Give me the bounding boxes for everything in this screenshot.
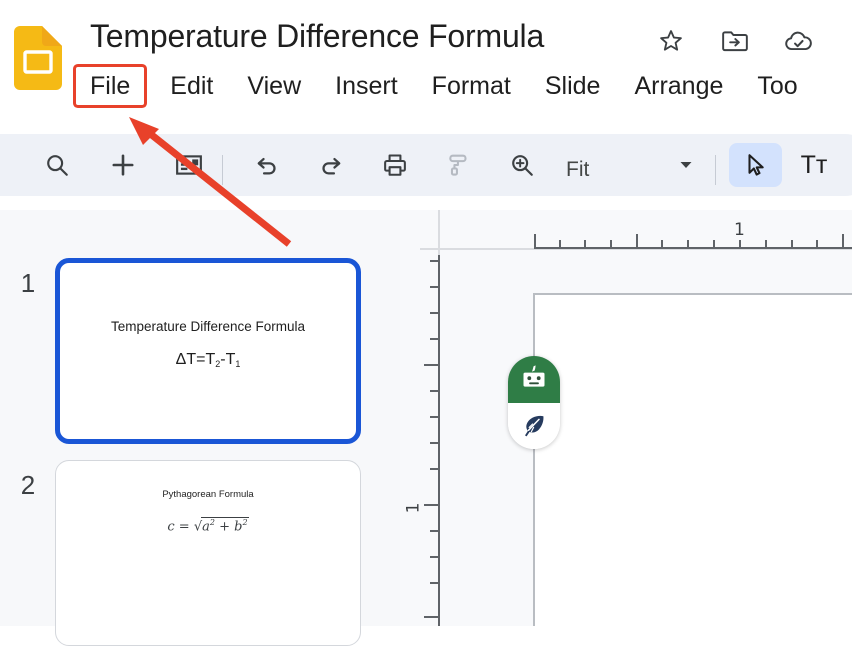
formula-part: b [234, 519, 243, 535]
ruler-tick [687, 240, 689, 249]
formula-part: -T [220, 351, 236, 368]
filmstrip-slide-1[interactable]: 1 Temperature Difference Formula ΔT=T2-T… [0, 258, 400, 448]
menu-item-edit[interactable]: Edit [160, 67, 223, 105]
ruler-tick [636, 234, 638, 249]
slide-thumbnail[interactable]: Pythagorean Formula c = √a2 + b2 [55, 460, 361, 646]
ruler-tick [430, 312, 439, 314]
ruler-tick [430, 390, 439, 392]
ruler-tick [791, 240, 793, 249]
select-cursor-icon[interactable] [729, 143, 782, 187]
ruler-tick [430, 556, 439, 558]
slide-title-text: Temperature Difference Formula [110, 319, 306, 334]
ruler-tick [739, 240, 741, 249]
horizontal-ruler[interactable]: 1 [400, 210, 852, 255]
ruler-tick [430, 442, 439, 444]
robot-head-icon[interactable] [508, 356, 560, 403]
filmstrip-slide-2[interactable]: 2 Pythagorean Formula c = √a2 + b2 [0, 460, 400, 650]
slide-formula-text: ΔT=T2-T1 [60, 351, 356, 369]
ruler-tick [430, 338, 439, 340]
document-title[interactable]: Temperature Difference Formula [90, 18, 544, 55]
star-icon[interactable] [654, 24, 688, 58]
toolbar-divider [222, 155, 223, 185]
main-toolbar: Fit Tт [0, 134, 852, 196]
ruler-tick [842, 234, 844, 249]
slide-formula-text: c = √a2 + b2 [56, 517, 360, 534]
ruler-track [438, 210, 440, 255]
ruler-tick [765, 240, 767, 249]
redo-icon[interactable] [309, 143, 353, 187]
slide-number: 1 [20, 268, 36, 298]
ruler-tick [610, 240, 612, 249]
ruler-tick [430, 582, 439, 584]
menu-item-file[interactable]: File [76, 67, 145, 105]
chevron-down-icon[interactable] [668, 143, 704, 187]
zoom-in-icon[interactable] [500, 143, 544, 187]
toolbar-divider [715, 155, 716, 185]
vertical-ruler[interactable]: 1 [400, 210, 445, 626]
menu-bar: File Edit View Insert Format Slide Arran… [76, 64, 822, 108]
slide-editor-canvas[interactable]: 1 1 [400, 210, 852, 626]
ruler-active-track [438, 255, 440, 626]
ruler-tick [430, 530, 439, 532]
text-box-icon[interactable]: Tт [792, 143, 836, 187]
menu-item-slide[interactable]: Slide [535, 67, 611, 105]
zoom-level-value[interactable]: Fit [566, 158, 589, 182]
current-slide-page[interactable] [533, 293, 852, 626]
slides-logo-icon [14, 26, 62, 90]
ruler-tick [424, 364, 439, 366]
formula-part: ΔT=T [175, 351, 216, 368]
formula-part: a [202, 519, 210, 535]
ruler-tick [584, 240, 586, 249]
menu-item-arrange[interactable]: Arrange [624, 67, 733, 105]
ruler-tick [534, 234, 536, 249]
slide-title-text: Pythagorean Formula [162, 489, 254, 500]
ruler-tick [713, 240, 715, 249]
ruler-tick [430, 286, 439, 288]
ruler-tick [559, 240, 561, 249]
slide-filmstrip[interactable]: 1 Temperature Difference Formula ΔT=T2-T… [0, 210, 400, 646]
new-slide-icon[interactable] [167, 143, 211, 187]
formula-part: + [215, 519, 235, 535]
formula-superscript: 2 [242, 518, 248, 527]
assistant-floating-widget[interactable] [508, 356, 560, 449]
app-header: Temperature Difference Formula File Edit… [0, 0, 852, 117]
ruler-tick [430, 468, 439, 470]
ruler-tick [424, 616, 439, 618]
plus-icon[interactable] [101, 143, 145, 187]
menu-item-view[interactable]: View [237, 67, 311, 105]
slide-number: 2 [20, 470, 36, 500]
formula-subscript: 1 [235, 359, 241, 369]
ruler-label: 1 [403, 502, 424, 514]
ruler-tick [816, 240, 818, 249]
ruler-tick [430, 260, 439, 262]
radicand: a2 + b2 [201, 517, 249, 535]
search-icon[interactable] [35, 143, 79, 187]
ruler-tick [430, 416, 439, 418]
ruler-tick [424, 504, 439, 506]
slide-thumbnail[interactable]: Temperature Difference Formula ΔT=T2-T1 [55, 258, 361, 444]
menu-item-format[interactable]: Format [422, 67, 521, 105]
menu-item-insert[interactable]: Insert [325, 67, 408, 105]
feather-quill-icon[interactable] [508, 403, 560, 449]
ruler-active-track [534, 247, 852, 249]
ruler-tick [661, 240, 663, 249]
undo-icon[interactable] [245, 143, 289, 187]
formula-part: c = [167, 519, 194, 535]
ruler-label: 1 [734, 220, 745, 240]
print-icon[interactable] [373, 143, 417, 187]
move-to-folder-icon[interactable] [718, 24, 752, 58]
paint-format-icon[interactable] [437, 143, 481, 187]
cloud-saved-icon[interactable] [782, 24, 816, 58]
menu-item-tools[interactable]: Too [747, 67, 807, 105]
